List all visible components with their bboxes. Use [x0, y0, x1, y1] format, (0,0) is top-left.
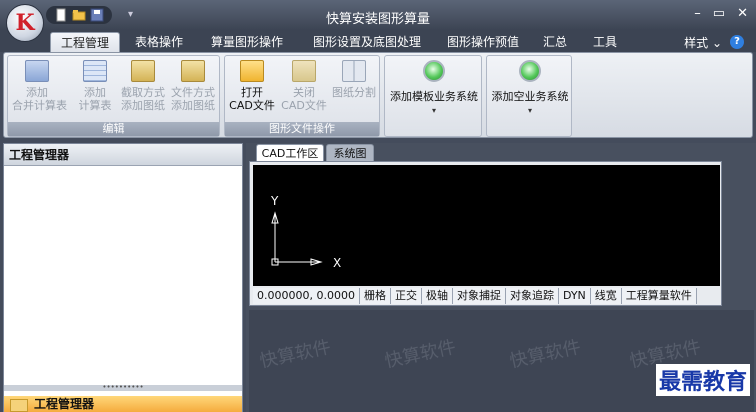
app-logo-button[interactable]: K [6, 4, 44, 42]
ribbon-group-empty: 添加空业务系统 ▾ [486, 55, 572, 137]
group-label-edit: 编辑 [8, 122, 219, 136]
help-icon[interactable]: ? [730, 35, 744, 49]
dwg-capture-icon [131, 60, 155, 82]
minimize-button[interactable]: – [694, 6, 701, 21]
app-title: 快算安装图形算量 [325, 12, 430, 27]
tab-system-diagram[interactable]: 系统图 [326, 144, 374, 161]
footer-label: 工程管理器 [34, 397, 95, 411]
split-drawing-button[interactable]: 图纸分割 [329, 60, 379, 99]
watermark: 快算软件 [382, 336, 458, 373]
button-label: 合并计算表 [12, 99, 67, 112]
ribbon-group-file: 打开 CAD文件 关闭 CAD文件 图纸分割 图形文件操作 [224, 55, 380, 137]
add-template-system-button[interactable]: 添加模板业务系统 ▾ [387, 60, 481, 115]
green-orb-icon [519, 60, 541, 82]
osnap-toggle[interactable]: 对象捕捉 [452, 288, 506, 304]
watermark: 快算软件 [507, 336, 583, 373]
cad-status-bar: 0.000000, 0.0000 栅格 正交 极轴 对象捕捉 对象追踪 DYN … [253, 288, 720, 304]
title-bar: ▾ 快算安装图形算量 – ▭ ✕ [0, 0, 756, 30]
project-manager-title: 工程管理器 [4, 144, 242, 166]
tab-summary[interactable]: 汇总 [536, 32, 574, 52]
file-drawing-button[interactable]: 文件方式 添加图纸 [168, 60, 218, 112]
button-label: CAD文件 [229, 99, 275, 112]
split-drawing-icon [342, 60, 366, 82]
open-cad-button[interactable]: 打开 CAD文件 [227, 60, 277, 112]
button-label: 截取方式 [121, 86, 165, 99]
capture-drawing-button[interactable]: 截取方式 添加图纸 [118, 60, 168, 112]
merge-table-icon [25, 60, 49, 82]
button-label: 计算表 [78, 99, 112, 112]
lower-empty-area: 快算软件 快算软件 快算软件 快算软件 [249, 310, 754, 412]
button-label: 关闭 [293, 86, 315, 99]
otrack-toggle[interactable]: 对象追踪 [505, 288, 559, 304]
dropdown-arrow-icon: ▾ [527, 106, 532, 115]
cad-frame: Y X 0.000000, 0.0000 栅格 正交 极轴 对象捕捉 对象追踪 … [249, 161, 722, 306]
grid-toggle[interactable]: 栅格 [359, 288, 391, 304]
coordinate-readout: 0.000000, 0.0000 [253, 288, 360, 304]
green-orb-icon [423, 60, 445, 82]
ortho-toggle[interactable]: 正交 [390, 288, 422, 304]
group-label-file: 图形文件操作 [225, 122, 379, 136]
ribbon-tab-bar: 工程管理 表格操作 算量图形操作 图形设置及底图处理 图形操作预值 汇总 工具 [0, 30, 756, 52]
project-manager-panel: 工程管理器 •••••••••• 工程管理器 [3, 143, 243, 412]
tab-quantity-graphics[interactable]: 算量图形操作 [202, 32, 292, 52]
ribbon-group-edit: 添加 合并计算表 添加 计算表 截取方式 添加图纸 文件方式 添加图纸 编辑 [7, 55, 220, 137]
software-label: 工程算量软件 [621, 288, 697, 304]
button-label: 添加图纸 [171, 99, 215, 112]
window-controls: – ▭ ✕ [694, 6, 748, 21]
panel-splitter[interactable]: •••••••••• [4, 384, 242, 391]
axis-y-label: Y [270, 194, 279, 208]
button-label: 打开 [241, 86, 263, 99]
dropdown-arrow-icon: ▾ [431, 106, 436, 115]
calc-table-icon [83, 60, 107, 82]
project-manager-footer-tab[interactable]: 工程管理器 [4, 396, 242, 412]
button-label: CAD文件 [281, 99, 327, 112]
axis-x-label: X [333, 256, 341, 270]
button-label: 添加 [84, 86, 106, 99]
cad-canvas[interactable]: Y X [253, 165, 720, 286]
tab-table-operations[interactable]: 表格操作 [128, 32, 190, 52]
button-label: 添加模板业务系统 [390, 90, 478, 103]
tab-project-management[interactable]: 工程管理 [50, 32, 120, 52]
style-menu[interactable]: 样式 ⌄ [684, 34, 722, 51]
tab-graphics-preset[interactable]: 图形操作预值 [440, 32, 526, 52]
button-label: 添加图纸 [121, 99, 165, 112]
tab-tools[interactable]: 工具 [586, 32, 624, 52]
lineweight-toggle[interactable]: 线宽 [590, 288, 622, 304]
button-label: 添加 [26, 86, 48, 99]
tab-graphics-settings[interactable]: 图形设置及底图处理 [304, 32, 430, 52]
button-label: 文件方式 [171, 86, 215, 99]
ribbon-panel: 添加 合并计算表 添加 计算表 截取方式 添加图纸 文件方式 添加图纸 编辑 打… [3, 52, 753, 138]
button-label: 图纸分割 [332, 86, 376, 99]
add-merge-table-button[interactable]: 添加 合并计算表 [12, 60, 67, 112]
logo-letter: K [15, 10, 35, 36]
polar-toggle[interactable]: 极轴 [421, 288, 453, 304]
ribbon-group-template: 添加模板业务系统 ▾ [384, 55, 482, 137]
dwg-file-icon [181, 60, 205, 82]
add-calc-table-button[interactable]: 添加 计算表 [70, 60, 120, 112]
ucs-axis-icon: Y X [270, 194, 341, 270]
button-label: 添加空业务系统 [491, 90, 569, 103]
add-empty-system-button[interactable]: 添加空业务系统 ▾ [487, 60, 573, 115]
brand-overlay: 最需教育 [655, 364, 750, 396]
restore-button[interactable]: ▭ [713, 6, 725, 21]
close-button[interactable]: ✕ [737, 6, 748, 21]
dyn-toggle[interactable]: DYN [558, 288, 591, 304]
folder-icon [10, 399, 28, 412]
close-cad-button[interactable]: 关闭 CAD文件 [279, 60, 329, 112]
tab-cad-workspace[interactable]: CAD工作区 [256, 144, 324, 161]
open-folder-icon [240, 60, 264, 82]
close-folder-icon [292, 60, 316, 82]
watermark: 快算软件 [257, 336, 333, 373]
